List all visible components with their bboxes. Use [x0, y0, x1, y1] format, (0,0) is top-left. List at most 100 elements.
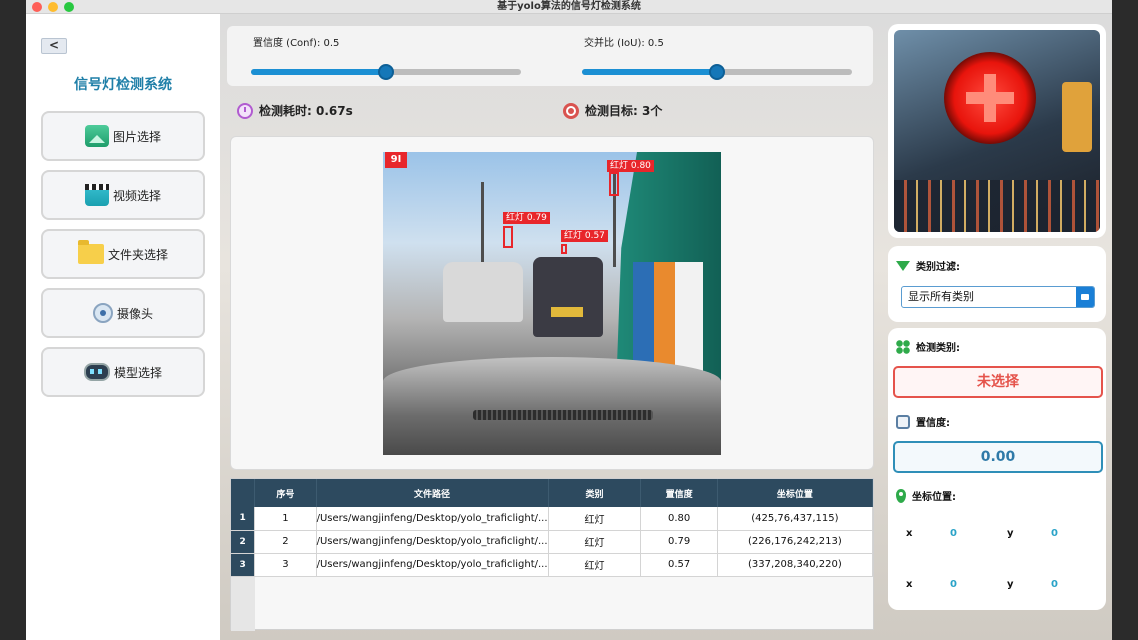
table-row[interactable]: 1 1 /Users/wangjinfeng/Desktop/yolo_traf… [231, 507, 874, 531]
image-select-button[interactable]: 图片选择 [41, 111, 205, 161]
table-corner [231, 479, 256, 507]
video-icon [84, 184, 109, 206]
class-filter-heading: 类别过滤: [896, 258, 960, 273]
timer-icon [237, 102, 253, 119]
traffic-light-preview-image [894, 30, 1100, 232]
preview-card [888, 24, 1106, 238]
results-table-panel: 序号 文件路径 类别 置信度 坐标位置 1 1 /Users/wangjinfe… [230, 478, 874, 631]
cell-class: 红灯 [548, 507, 642, 531]
cell-path: /Users/wangjinfeng/Desktop/yolo_traficli… [316, 507, 549, 531]
detection-time: 检测耗时: 0.67s [237, 102, 353, 119]
confidence-title: 置信度: [916, 418, 950, 429]
cell-class: 红灯 [548, 553, 642, 577]
detection-count: 检测目标: 3个 [563, 102, 662, 119]
column-header-path[interactable]: 文件路径 [316, 479, 549, 507]
camera-label: 摄像头 [116, 306, 153, 321]
class-filter-select[interactable]: 显示所有类别 [901, 286, 1095, 308]
table-row[interactable]: 3 3 /Users/wangjinfeng/Desktop/yolo_traf… [231, 553, 874, 577]
detection-count-text: 检测目标: 3个 [585, 104, 663, 118]
camera-icon [92, 303, 113, 323]
cell-class: 红灯 [548, 530, 642, 554]
image-select-label: 图片选择 [112, 129, 161, 144]
city-lights [894, 180, 1100, 232]
table-empty-area [231, 577, 255, 631]
video-select-button[interactable]: 视频选择 [41, 170, 205, 220]
app-window: 基于yolo算法的信号灯检测系统 < 信号灯检测系统 图片选择 视频选择 文件夹… [26, 0, 1112, 640]
detection-box [503, 226, 513, 248]
confidence-heading: 置信度: [896, 414, 950, 429]
y1-label: y [1007, 528, 1014, 539]
iou-slider[interactable] [582, 64, 852, 80]
cell-id: 3 [254, 553, 317, 577]
detection-label: 红灯 0.80 [607, 160, 654, 172]
folder-select-label: 文件夹选择 [107, 247, 168, 262]
table-row[interactable]: 2 2 /Users/wangjinfeng/Desktop/yolo_traf… [231, 530, 874, 554]
funnel-icon [896, 260, 910, 271]
cell-coords: (226,176,242,213) [717, 530, 874, 554]
iou-slider-handle[interactable] [709, 64, 725, 80]
detected-class-heading: 检测类别: [896, 339, 960, 354]
folder-icon [77, 240, 104, 264]
detection-image-panel: 9I 红灯 0.80 红灯 0.79 红灯 0.57 [230, 136, 874, 470]
row-number: 2 [231, 530, 256, 554]
column-header-class[interactable]: 类别 [548, 479, 642, 507]
signal-housing [1062, 82, 1092, 152]
detection-box [561, 244, 567, 254]
threshold-panel: 置信度 (Conf): 0.5 交并比 (IoU): 0.5 [227, 26, 873, 86]
car-left [443, 262, 523, 322]
bus [616, 152, 721, 392]
detection-label: 红灯 0.79 [503, 212, 550, 224]
detection-label: 红灯 0.57 [561, 230, 608, 242]
model-select-button[interactable]: 模型选择 [41, 347, 205, 397]
class-filter-card: 类别过滤: 显示所有类别 [888, 246, 1106, 322]
confidence-value: 0.00 [893, 441, 1103, 473]
conf-slider-handle[interactable] [378, 64, 394, 80]
location-pin-icon [896, 488, 906, 503]
cross-vertical [984, 74, 996, 122]
cell-id: 2 [254, 530, 317, 554]
cell-confidence: 0.79 [640, 530, 718, 554]
cell-path: /Users/wangjinfeng/Desktop/yolo_traficli… [316, 553, 549, 577]
class-filter-title: 类别过滤: [916, 262, 960, 273]
coords-title: 坐标位置: [912, 492, 956, 503]
class-filter-value: 显示所有类别 [908, 290, 974, 303]
app-title: 信号灯检测系统 [74, 77, 172, 93]
folder-select-button[interactable]: 文件夹选择 [41, 229, 205, 279]
detection-box [609, 172, 619, 196]
dashboard [383, 357, 721, 455]
camera-button[interactable]: 摄像头 [41, 288, 205, 338]
coords-heading: 坐标位置: [896, 488, 956, 503]
conf-slider[interactable] [251, 64, 521, 80]
column-header-confidence[interactable]: 置信度 [640, 479, 718, 507]
column-header-coords[interactable]: 坐标位置 [717, 479, 874, 507]
detection-info-card: 检测类别: 未选择 置信度: 0.00 坐标位置: x 0 y 0 x 0 y … [888, 328, 1106, 610]
dashboard-vent [473, 410, 653, 420]
model-select-label: 模型选择 [113, 365, 162, 380]
car-ahead [533, 257, 603, 337]
image-icon [84, 125, 109, 147]
red-light-icon [944, 52, 1036, 144]
iou-slider-label: 交并比 (IoU): 0.5 [584, 38, 664, 49]
cell-confidence: 0.57 [640, 553, 718, 577]
detected-class-value: 未选择 [893, 366, 1103, 398]
dropdown-button[interactable] [1076, 287, 1094, 307]
back-button[interactable]: < [41, 38, 67, 54]
column-header-id[interactable]: 序号 [254, 479, 317, 507]
y2-value: 0 [1051, 579, 1058, 590]
cell-path: /Users/wangjinfeng/Desktop/yolo_traficli… [316, 530, 549, 554]
row-number: 1 [231, 507, 256, 531]
sidebar: < 信号灯检测系统 图片选择 视频选择 文件夹选择 摄像头 模型选择 [26, 14, 220, 640]
row-number: 3 [231, 553, 256, 577]
cell-coords: (425,76,437,115) [717, 507, 874, 531]
x1-value: 0 [950, 528, 957, 539]
category-icon [896, 339, 910, 354]
results-table: 序号 文件路径 类别 置信度 坐标位置 1 1 /Users/wangjinfe… [231, 479, 874, 577]
y1-value: 0 [1051, 528, 1058, 539]
cell-id: 1 [254, 507, 317, 531]
conf-slider-fill [251, 69, 386, 75]
detection-result-image: 9I 红灯 0.80 红灯 0.79 红灯 0.57 [383, 152, 721, 455]
title-bar: 基于yolo算法的信号灯检测系统 [26, 0, 1112, 14]
image-logo: 9I [385, 152, 407, 168]
cell-coords: (337,208,340,220) [717, 553, 874, 577]
target-icon [563, 102, 579, 119]
